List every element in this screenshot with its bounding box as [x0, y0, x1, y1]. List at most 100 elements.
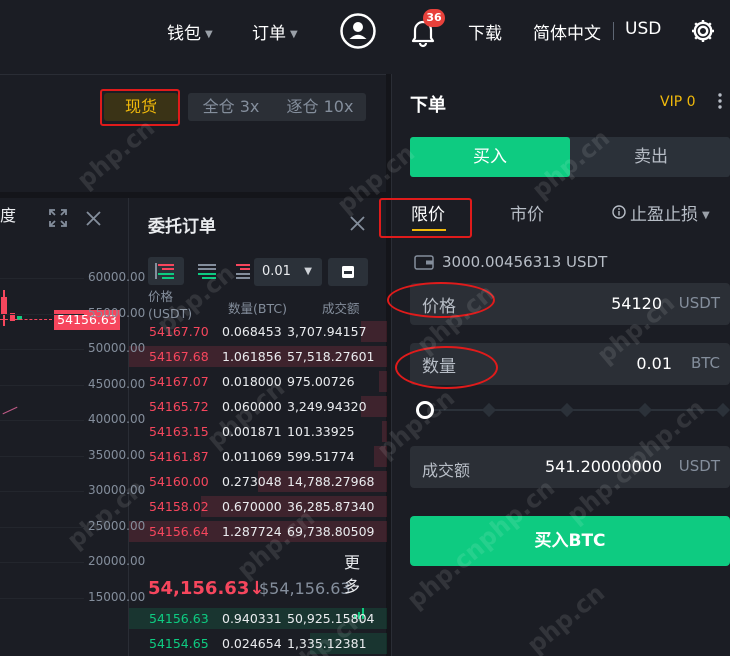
current-price-line — [0, 319, 52, 320]
market-order-tab[interactable]: 市价 — [510, 200, 544, 225]
order-price: 54156.64 — [149, 524, 209, 539]
ask-row[interactable]: 54160.00 0.273048 14,788.27968 — [129, 470, 387, 493]
view-asks-icon[interactable] — [232, 257, 252, 285]
vip-level: VIP 0 — [660, 94, 696, 110]
order-total: 599.51774 — [287, 449, 355, 464]
y-axis-tick-label: 45000.00 — [88, 376, 146, 391]
chart-title-partial: 度 — [0, 206, 17, 225]
wallet-menu[interactable]: 钱包 ▼ — [167, 19, 213, 44]
order-price: 54161.87 — [149, 449, 209, 464]
slider-handle[interactable] — [416, 401, 434, 419]
bid-row[interactable]: 54154.65 0.024654 1,335.12381 — [129, 632, 387, 655]
highlight-annotation — [100, 89, 180, 126]
view-bids-icon[interactable] — [190, 257, 226, 285]
slider-mark[interactable] — [715, 402, 730, 418]
info-icon[interactable] — [612, 204, 626, 219]
order-price: 54165.72 — [149, 399, 209, 414]
y-axis-tick-label: 25000.00 — [88, 518, 146, 533]
download-link[interactable]: 下载 — [468, 19, 502, 44]
chart-gridline — [0, 384, 84, 386]
order-quantity: 1.061856 — [222, 349, 282, 364]
chevron-down-icon: ▼ — [304, 266, 312, 277]
available-balance: 3000.00456313 USDT — [442, 253, 608, 271]
slider-mark[interactable] — [559, 402, 575, 418]
order-price: 54163.15 — [149, 424, 209, 439]
price-unit: USDT — [678, 294, 720, 312]
slider-mark[interactable] — [481, 402, 497, 418]
order-total: 57,518.27601 — [287, 349, 375, 364]
chart-gridline — [0, 349, 84, 350]
chart-gridline — [0, 455, 84, 457]
ask-row[interactable]: 54167.70 0.068453 3,707.94157 — [129, 320, 387, 343]
ask-row[interactable]: 54161.87 0.011069 599.51774 — [129, 445, 387, 468]
order-price: 54156.63 — [149, 611, 209, 626]
order-quantity: 1.287724 — [222, 524, 282, 539]
view-both-icon[interactable] — [148, 257, 184, 285]
total-label: 成交额 — [422, 461, 471, 480]
column-header-quantity: 数量(BTC) — [228, 301, 287, 316]
settings-toggle-icon[interactable] — [328, 258, 368, 286]
y-axis-tick-label: 40000.00 — [88, 412, 146, 426]
slider-mark[interactable] — [637, 402, 653, 418]
y-axis-tick-label: 60000.00 — [88, 270, 146, 284]
order-total: 3,707.94157 — [287, 324, 367, 339]
wallet-label: 钱包 — [167, 24, 201, 44]
order-total: 14,788.27968 — [287, 474, 375, 489]
last-price-usd: $54,156.63 — [259, 579, 351, 598]
sell-tab[interactable]: 卖出 — [572, 137, 730, 177]
order-price: 54167.70 — [149, 324, 209, 339]
chart-gridline — [0, 278, 84, 279]
amount-input[interactable]: 0.01 — [636, 354, 672, 373]
y-axis-tick-label: 55000.00 — [88, 305, 146, 320]
precision-value: 0.01 — [262, 264, 291, 279]
order-total: 101.33925 — [287, 424, 355, 439]
language-selector[interactable]: 简体中文 — [533, 19, 601, 44]
cross-margin-tab[interactable]: 全仓 3x — [188, 93, 274, 121]
ask-row[interactable]: 54167.07 0.018000 975.00726 — [129, 370, 387, 393]
order-price: 54167.68 — [149, 349, 209, 364]
total-input[interactable]: 541.20000000 — [545, 457, 662, 476]
order-quantity: 0.060000 — [222, 399, 282, 414]
buy-tab[interactable]: 买入 — [410, 137, 570, 177]
order-quantity: 0.670000 — [222, 499, 282, 514]
y-axis-tick-label: 30000.00 — [88, 483, 146, 497]
price-input[interactable]: 54120 — [611, 294, 662, 313]
order-total: 50,925.15804 — [287, 611, 375, 626]
precision-select[interactable]: 0.01 ▼ — [254, 258, 322, 286]
total-field[interactable]: 成交额 541.20000000 USDT — [410, 446, 730, 488]
expand-icon[interactable] — [49, 209, 67, 231]
order-book-title: 委托订单 — [148, 217, 216, 237]
buy-btc-button[interactable]: 买入BTC — [410, 516, 730, 566]
stop-limit-label: 止盈止损 — [630, 205, 698, 225]
currency-selector[interactable]: USD — [625, 19, 661, 39]
isolated-margin-tab[interactable]: 逐仓 10x — [276, 93, 364, 121]
close-order-book-icon[interactable] — [350, 216, 365, 235]
order-total: 975.00726 — [287, 374, 355, 389]
more-link[interactable]: 更多 — [344, 551, 362, 599]
amount-unit: BTC — [690, 354, 720, 372]
orders-menu[interactable]: 订单 ▼ — [252, 19, 298, 44]
depth-bar — [374, 446, 387, 467]
y-axis-tick-label: 35000.00 — [88, 447, 146, 462]
order-price: 54154.65 — [149, 636, 209, 651]
chart-gridline — [0, 597, 84, 599]
order-price: 54167.07 — [149, 374, 209, 389]
ask-row[interactable]: 54167.68 1.061856 57,518.27601 — [129, 345, 387, 368]
settings-gear-icon[interactable] — [689, 17, 717, 49]
ask-row[interactable]: 54158.02 0.670000 36,285.87340 — [129, 495, 387, 518]
ask-row[interactable]: 54163.15 0.001871 101.33925 — [129, 420, 387, 443]
amount-percent-slider[interactable] — [416, 400, 730, 420]
chart-gridline — [0, 491, 84, 492]
depth-bar — [379, 371, 387, 392]
column-header-total: 成交额 — [322, 301, 360, 316]
user-account-icon[interactable] — [339, 12, 377, 54]
bid-row[interactable]: 54156.63 0.940331 50,925.15804 — [129, 607, 387, 630]
trade-mode-bar — [0, 74, 386, 192]
more-vertical-icon[interactable] — [718, 92, 722, 110]
stop-limit-tab[interactable]: 止盈止损 ▼ — [630, 200, 710, 225]
order-total: 3,249.94320 — [287, 399, 367, 414]
ask-row[interactable]: 54165.72 0.060000 3,249.94320 — [129, 395, 387, 418]
notification-count-badge: 36 — [423, 9, 445, 27]
close-chart-icon[interactable] — [86, 211, 101, 230]
ask-row[interactable]: 54156.64 1.287724 69,738.80509 — [129, 520, 387, 543]
